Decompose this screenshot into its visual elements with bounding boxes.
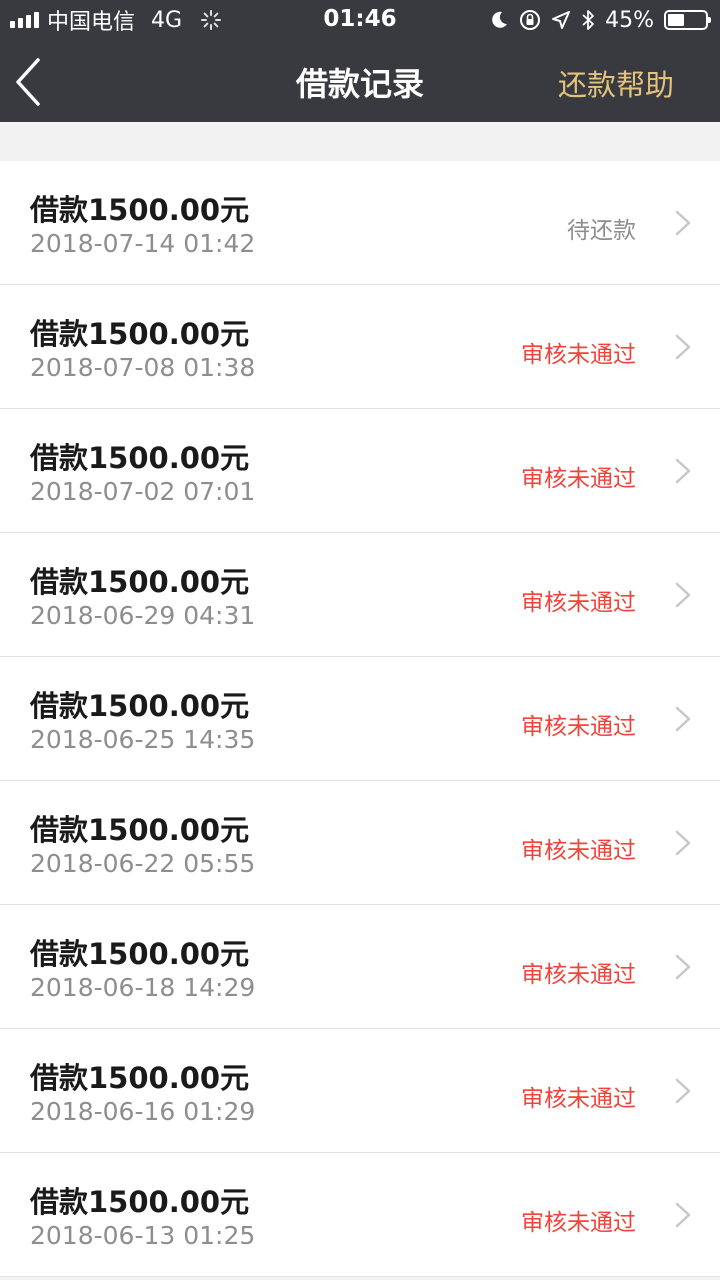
loan-amount: 借款1500.00元 — [30, 813, 250, 847]
app-header: 中国电信 4G 01:46 45% 借款记录 还款帮助 — [0, 0, 720, 122]
location-icon — [552, 11, 571, 29]
loan-status: 审核未通过 — [521, 342, 636, 368]
repayment-help-link[interactable]: 还款帮助 — [558, 62, 674, 104]
loan-status: 审核未通过 — [521, 1210, 636, 1236]
loan-date: 2018-06-13 01:25 — [30, 1221, 256, 1250]
loan-date: 2018-06-18 14:29 — [30, 973, 256, 1002]
battery-percent: 45% — [605, 7, 654, 33]
loan-record-row[interactable]: 借款1500.00元 2018-06-16 01:29 审核未通过 — [0, 1029, 720, 1153]
bluetooth-icon — [582, 10, 594, 30]
loan-date: 2018-07-08 01:38 — [30, 353, 256, 382]
loan-date: 2018-07-14 01:42 — [30, 229, 256, 258]
loan-amount: 借款1500.00元 — [30, 441, 250, 475]
loan-amount: 借款1500.00元 — [30, 317, 250, 351]
loan-date: 2018-06-16 01:29 — [30, 1097, 256, 1126]
status-right: 45% — [489, 6, 711, 34]
chevron-right-icon — [675, 582, 691, 608]
loan-amount: 借款1500.00元 — [30, 1185, 250, 1219]
loan-record-row[interactable]: 借款1500.00元 2018-06-25 14:35 审核未通过 — [0, 657, 720, 781]
loan-amount: 借款1500.00元 — [30, 937, 250, 971]
loan-amount: 借款1500.00元 — [30, 565, 250, 599]
loan-status: 审核未通过 — [521, 714, 636, 740]
loan-status: 审核未通过 — [521, 1086, 636, 1112]
loan-record-row[interactable]: 借款1500.00元 2018-07-02 07:01 审核未通过 — [0, 409, 720, 533]
loan-status: 审核未通过 — [521, 590, 636, 616]
loan-amount: 借款1500.00元 — [30, 193, 250, 227]
chevron-right-icon — [675, 830, 691, 856]
loan-amount: 借款1500.00元 — [30, 689, 250, 723]
loan-status: 审核未通过 — [521, 466, 636, 492]
loan-status: 审核未通过 — [521, 962, 636, 988]
loan-date: 2018-06-25 14:35 — [30, 725, 256, 754]
moon-icon — [492, 11, 508, 28]
loan-record-row[interactable]: 借款1500.00元 2018-07-14 01:42 待还款 — [0, 161, 720, 285]
loan-date: 2018-06-29 04:31 — [30, 601, 256, 630]
loan-record-row[interactable]: 借款1500.00元 2018-06-18 14:29 审核未通过 — [0, 905, 720, 1029]
loan-date: 2018-07-02 07:01 — [30, 477, 256, 506]
chevron-right-icon — [675, 706, 691, 732]
chevron-right-icon — [675, 1078, 691, 1104]
loan-record-row[interactable]: 借款1500.00元 2018-06-13 01:25 审核未通过 — [0, 1153, 720, 1277]
loan-record-row[interactable]: 借款1500.00元 2018-06-29 04:31 审核未通过 — [0, 533, 720, 657]
loan-status: 待还款 — [567, 218, 636, 244]
loan-record-list: 借款1500.00元 2018-07-14 01:42 待还款 借款1500.00元 2… — [0, 161, 720, 1277]
battery-fill — [668, 14, 685, 26]
chevron-right-icon — [675, 210, 691, 236]
loan-amount: 借款1500.00元 — [30, 1061, 250, 1095]
nav-bar: 借款记录 还款帮助 — [0, 40, 720, 122]
battery-icon — [664, 10, 711, 30]
chevron-right-icon — [675, 334, 691, 360]
loan-date: 2018-06-22 05:55 — [30, 849, 256, 878]
loan-record-row[interactable]: 借款1500.00元 2018-07-08 01:38 审核未通过 — [0, 285, 720, 409]
rotation-lock-icon — [520, 10, 541, 30]
chevron-right-icon — [675, 458, 691, 484]
loan-record-row[interactable]: 借款1500.00元 2018-06-22 05:55 审核未通过 — [0, 781, 720, 905]
loan-status: 审核未通过 — [521, 838, 636, 864]
chevron-right-icon — [675, 1202, 691, 1228]
status-bar: 中国电信 4G 01:46 45% — [0, 0, 720, 40]
chevron-right-icon — [675, 954, 691, 980]
